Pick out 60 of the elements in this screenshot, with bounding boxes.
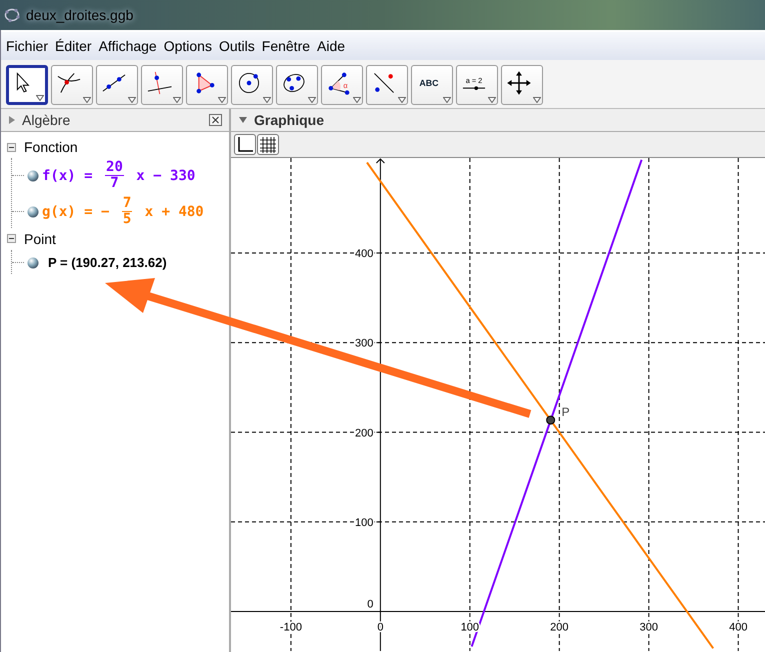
window-title: deux_droites.ggb — [26, 7, 134, 23]
collapse-icon[interactable] — [7, 142, 16, 152]
caret-icon — [443, 97, 451, 103]
menu-item[interactable]: Affichage — [98, 38, 157, 54]
close-icon[interactable] — [209, 114, 222, 126]
tool-button[interactable] — [96, 65, 138, 105]
y-tick-label: 400 — [355, 248, 374, 260]
caret-icon — [263, 97, 271, 103]
y-tick-label: 100 — [355, 516, 374, 529]
x-tick-label: 300 — [640, 622, 658, 634]
menu-item[interactable]: Fenêtre — [262, 38, 310, 54]
menu-item[interactable]: Fichier — [6, 38, 48, 54]
caret-icon — [353, 97, 361, 103]
tool-button[interactable] — [186, 65, 228, 105]
tool-button[interactable] — [6, 65, 48, 105]
tool-button[interactable] — [276, 65, 318, 105]
x-tick-label: -100 — [280, 622, 302, 634]
menu-item[interactable]: Options — [164, 38, 212, 54]
text-tool-icon: ABC — [415, 68, 443, 96]
grid-toggle-button[interactable] — [257, 134, 279, 155]
x-tick-label: 200 — [550, 622, 569, 634]
collapse-triangle-icon[interactable] — [239, 117, 247, 123]
caret-icon — [398, 97, 406, 103]
tool-button[interactable]: ABC — [411, 65, 453, 105]
tool-button[interactable]: a = 2 — [456, 65, 498, 105]
caret-icon — [83, 97, 91, 103]
y-tick-label: 200 — [355, 427, 374, 440]
tool-button[interactable] — [501, 65, 543, 105]
visibility-ball-icon[interactable] — [27, 206, 39, 218]
visibility-ball-icon[interactable] — [27, 256, 39, 269]
point-label: P — [562, 405, 570, 420]
intersection-point[interactable] — [546, 416, 556, 425]
tool-button[interactable] — [51, 65, 93, 105]
app-icon — [4, 7, 20, 23]
visibility-ball-icon[interactable] — [27, 170, 39, 182]
collapse-icon[interactable] — [7, 234, 16, 244]
menu-item[interactable]: Aide — [317, 38, 346, 54]
caret-icon — [218, 97, 226, 103]
move-arrows-icon — [505, 68, 533, 96]
panel-title: Graphique — [254, 112, 324, 128]
x-tick-label: 400 — [729, 622, 748, 634]
caret-icon — [533, 97, 541, 103]
collapse-triangle-icon[interactable] — [9, 116, 15, 124]
point-definition[interactable]: P = (190.27, 213.62) — [48, 255, 167, 270]
caret-icon — [173, 97, 181, 103]
panel-title: Algèbre — [22, 112, 72, 128]
tool-button[interactable] — [366, 65, 408, 105]
axes-toggle-button[interactable] — [234, 134, 256, 155]
menu-item[interactable]: Éditer — [55, 38, 92, 54]
group-label[interactable]: Point — [24, 230, 56, 247]
caret-icon — [128, 97, 136, 103]
caret-icon — [308, 97, 316, 103]
group-label[interactable]: Fonction — [24, 139, 78, 155]
y-tick-label: 0 — [367, 598, 374, 611]
tool-button[interactable] — [231, 65, 273, 105]
y-tick-label: 300 — [355, 338, 374, 350]
caret-icon — [36, 95, 44, 101]
caret-icon — [488, 97, 496, 103]
menu-item[interactable]: Outils — [218, 38, 255, 54]
tool-button[interactable]: α — [321, 65, 363, 105]
